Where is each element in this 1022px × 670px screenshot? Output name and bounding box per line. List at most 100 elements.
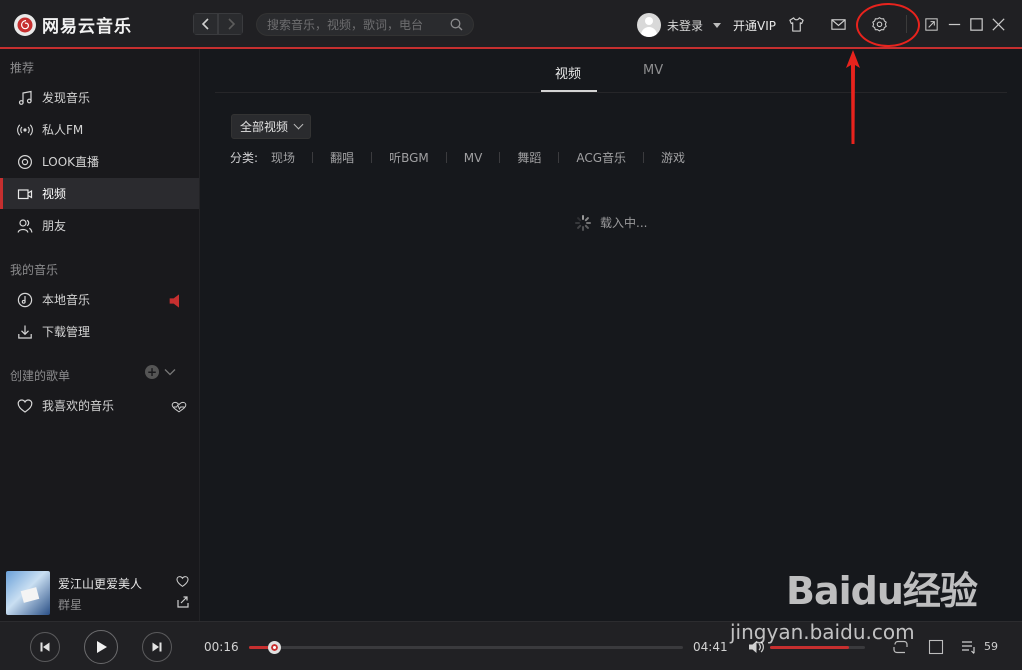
radio-icon bbox=[17, 123, 33, 136]
spinner-icon bbox=[575, 214, 591, 231]
sidebar-item-label: 发现音乐 bbox=[42, 91, 91, 105]
category-separator bbox=[371, 152, 373, 163]
user-name[interactable]: 未登录 bbox=[667, 17, 703, 34]
heart-icon bbox=[17, 398, 33, 413]
category-separator bbox=[312, 152, 314, 163]
category-label: 分类: bbox=[230, 151, 259, 165]
maximize-icon bbox=[969, 17, 983, 31]
repeat-icon[interactable] bbox=[891, 638, 909, 656]
loading-indicator: 载入中... bbox=[575, 214, 647, 231]
skin-button[interactable] bbox=[786, 14, 806, 34]
history-nav bbox=[193, 13, 243, 35]
heartbeat-mode-icon[interactable] bbox=[171, 399, 187, 415]
sidebar-header-label: 创建的歌单 bbox=[10, 369, 71, 383]
category-games[interactable]: 游戏 bbox=[661, 149, 702, 166]
search-input[interactable] bbox=[257, 14, 437, 35]
shirt-icon bbox=[788, 16, 804, 32]
playlist-count[interactable]: 59 bbox=[984, 640, 998, 653]
now-playing[interactable]: 爱江山更爱美人 群星 bbox=[0, 564, 199, 621]
now-playing-title[interactable]: 爱江山更爱美人 bbox=[58, 575, 142, 592]
back-button[interactable] bbox=[193, 13, 218, 35]
sidebar-item-discover-music[interactable]: 发现音乐 bbox=[0, 82, 199, 113]
sidebar-item-local-music[interactable]: 本地音乐 bbox=[0, 284, 199, 315]
sidebar-header-recommend: 推荐 bbox=[10, 61, 35, 75]
titlebar-divider bbox=[906, 15, 907, 33]
vip-link[interactable]: 开通VIP bbox=[733, 17, 776, 34]
volume-fill bbox=[770, 646, 849, 649]
share-icon[interactable] bbox=[177, 596, 189, 608]
sidebar-item-downloads[interactable]: 下载管理 bbox=[0, 316, 199, 347]
messages-button[interactable] bbox=[828, 14, 848, 34]
category-filter: 分类: 现场 翻唱 听BGM MV 舞蹈 ACG音乐 游戏 bbox=[230, 149, 702, 166]
music-note-icon bbox=[18, 90, 32, 105]
current-time: 00:16 bbox=[204, 640, 239, 654]
previous-button[interactable] bbox=[30, 632, 60, 662]
category-mv[interactable]: MV bbox=[464, 151, 500, 165]
category-cover[interactable]: 翻唱 bbox=[330, 149, 371, 166]
sidebar-item-personal-fm[interactable]: 私人FM bbox=[0, 114, 199, 145]
sidebar-item-label: LOOK直播 bbox=[42, 155, 100, 169]
like-heart-icon[interactable] bbox=[176, 575, 189, 588]
volume-icon[interactable] bbox=[747, 638, 765, 656]
settings-icon bbox=[871, 16, 887, 31]
now-playing-artist[interactable]: 群星 bbox=[58, 596, 82, 613]
minimize-icon bbox=[948, 23, 960, 25]
progress-knob[interactable] bbox=[267, 641, 281, 654]
sidebar-item-label: 下载管理 bbox=[42, 325, 91, 339]
maximize-button[interactable] bbox=[966, 14, 986, 34]
main-content: 视频 MV 全部视频 分类: 现场 翻唱 听BGM MV 舞蹈 ACG音乐 游戏 bbox=[200, 49, 1022, 621]
player-bar: 00:16 04:41 59 bbox=[0, 621, 1022, 670]
playlist-header-actions: + bbox=[145, 365, 176, 379]
tabs-divider bbox=[215, 92, 1007, 93]
play-button[interactable] bbox=[84, 630, 118, 664]
video-icon bbox=[17, 188, 33, 199]
sidebar-item-friends[interactable]: 朋友 bbox=[0, 210, 199, 241]
all-videos-dropdown[interactable]: 全部视频 bbox=[231, 114, 312, 139]
lyrics-icon[interactable] bbox=[927, 638, 945, 656]
download-icon bbox=[18, 325, 32, 339]
friends-icon bbox=[17, 218, 33, 233]
minimize-button[interactable] bbox=[944, 14, 964, 34]
sidebar-item-label: 本地音乐 bbox=[42, 293, 91, 307]
close-button[interactable] bbox=[988, 14, 1008, 34]
category-separator bbox=[643, 152, 645, 163]
chevron-right-icon bbox=[227, 18, 235, 30]
sidebar-item-liked-music[interactable]: 我喜欢的音乐 bbox=[0, 390, 199, 421]
sidebar-header-my-music: 我的音乐 bbox=[10, 263, 59, 277]
title-bar: 网易云音乐 未登录 开通VIP bbox=[0, 0, 1022, 49]
sidebar: 推荐 发现音乐 私人FM LOOK直播 视频 朋友 我的音乐 本地音乐 下载管理… bbox=[0, 49, 200, 621]
chevron-down-icon bbox=[293, 119, 304, 130]
mini-mode-button[interactable] bbox=[921, 14, 941, 34]
netease-logo-icon bbox=[14, 13, 36, 36]
avatar[interactable] bbox=[637, 13, 661, 37]
loading-text: 载入中... bbox=[600, 216, 648, 230]
category-separator bbox=[558, 152, 560, 163]
category-bgm[interactable]: 听BGM bbox=[389, 149, 446, 166]
tab-mv[interactable]: MV bbox=[643, 63, 663, 78]
category-separator bbox=[445, 152, 447, 163]
progress-bar[interactable] bbox=[249, 641, 683, 654]
live-icon bbox=[17, 154, 33, 169]
speaker-playing-icon bbox=[169, 294, 179, 308]
tab-video[interactable]: 视频 bbox=[555, 63, 581, 82]
sidebar-item-look-live[interactable]: LOOK直播 bbox=[0, 146, 199, 177]
user-menu[interactable]: 未登录 bbox=[637, 13, 722, 37]
next-button[interactable] bbox=[142, 632, 172, 662]
forward-button[interactable] bbox=[218, 13, 243, 35]
search-icon[interactable] bbox=[450, 18, 463, 31]
volume-slider[interactable] bbox=[770, 646, 865, 649]
chevron-down-icon[interactable] bbox=[164, 368, 176, 376]
sidebar-item-video[interactable]: 视频 bbox=[0, 178, 199, 209]
caret-down-icon[interactable] bbox=[713, 22, 722, 28]
category-dance[interactable]: 舞蹈 bbox=[517, 149, 558, 166]
add-playlist-icon[interactable]: + bbox=[145, 365, 159, 379]
close-icon bbox=[991, 17, 1005, 31]
category-live[interactable]: 现场 bbox=[271, 149, 312, 166]
sidebar-item-label: 视频 bbox=[42, 187, 67, 201]
category-acg-music[interactable]: ACG音乐 bbox=[576, 149, 643, 166]
playlist-icon[interactable] bbox=[960, 638, 978, 656]
settings-button[interactable] bbox=[869, 14, 889, 34]
app-logo[interactable]: 网易云音乐 bbox=[14, 12, 132, 37]
album-cover[interactable] bbox=[6, 571, 50, 615]
search-box bbox=[256, 13, 474, 36]
